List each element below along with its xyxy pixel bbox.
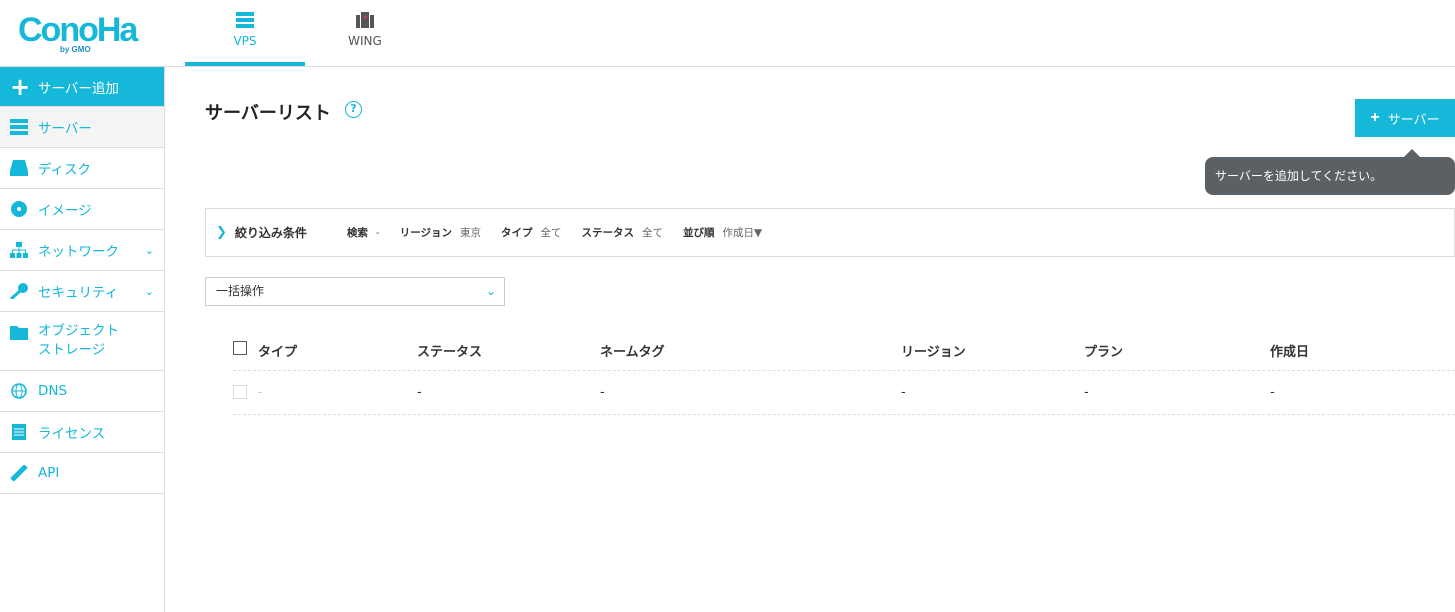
server-stack-icon xyxy=(236,12,254,28)
sidebar-item-image[interactable]: イメージ xyxy=(0,189,164,230)
image-disc-icon xyxy=(11,201,27,217)
sidebar-item-server[interactable]: サーバー xyxy=(0,107,164,148)
sidebar-item-label: ネットワーク xyxy=(38,244,119,260)
sidebar-item-label: ライセンス xyxy=(38,426,106,442)
sidebar-item-label: ディスク xyxy=(38,162,92,178)
col-type[interactable]: タイプ xyxy=(258,341,297,360)
page-title: サーバーリスト xyxy=(205,103,331,124)
sidebar-item-network[interactable]: ネットワーク ⌄ xyxy=(0,230,164,271)
cell-plan: - xyxy=(1084,385,1089,400)
add-server-label: サーバー xyxy=(1387,111,1440,127)
chevron-down-icon: ⌄ xyxy=(485,284,496,298)
tab-vps[interactable]: VPS xyxy=(185,0,305,66)
sidebar-item-label: API xyxy=(38,465,60,481)
server-icon xyxy=(10,119,28,135)
filter-search-value: - xyxy=(375,226,380,239)
document-icon xyxy=(12,424,26,440)
filter-title: 絞り込み条件 xyxy=(234,226,307,240)
filter-type-value: 全て xyxy=(540,227,562,239)
bulk-action-value: 一括操作 xyxy=(216,284,265,298)
col-status[interactable]: ステータス xyxy=(417,341,482,360)
wing-server-icon xyxy=(356,12,374,28)
select-all-checkbox[interactable] xyxy=(233,341,247,355)
filter-region-value: 東京 xyxy=(460,227,482,239)
filter-sort-value: 作成日▼ xyxy=(722,227,763,239)
sidebar-item-add-server[interactable]: + サーバー追加 xyxy=(0,67,164,107)
sidebar-item-license[interactable]: ライセンス xyxy=(0,412,164,453)
folder-icon xyxy=(10,326,28,340)
sidebar: + サーバー追加 サーバー ディスク イメージ ネットワーク ⌄ セキュリティ ⌄ オ… xyxy=(0,67,165,612)
sidebar-item-label: サーバー xyxy=(38,121,92,137)
sidebar-item-dns[interactable]: DNS xyxy=(0,371,164,412)
col-region[interactable]: リージョン xyxy=(901,341,966,360)
plus-icon: + xyxy=(10,72,31,101)
chevron-right-icon: ❯ xyxy=(216,225,227,240)
col-created[interactable]: 作成日 xyxy=(1270,341,1309,360)
sidebar-item-label: セキュリティ xyxy=(38,285,119,301)
tab-wing-label: WING xyxy=(348,34,382,48)
filter-bar[interactable]: ❯ 絞り込み条件 検索 - リージョン 東京 タイプ 全て ステータス 全て 並び順 作成… xyxy=(205,208,1455,257)
tab-vps-label: VPS xyxy=(233,34,257,48)
sidebar-item-object-storage[interactable]: オブジェクト ストレージ xyxy=(0,312,164,371)
server-table: タイプ ステータス ネームタグ リージョン プラン 作成日 - - - - - … xyxy=(233,327,1455,415)
sidebar-item-label: DNS xyxy=(38,383,68,399)
plus-icon: + xyxy=(1370,109,1380,126)
tab-wing[interactable]: WING xyxy=(305,0,425,66)
filter-region-label: リージョン xyxy=(399,227,453,239)
filter-search-label: 検索 xyxy=(346,227,368,239)
cell-nametag: - xyxy=(600,385,605,400)
add-server-button[interactable]: + サーバー xyxy=(1355,99,1455,137)
filter-status-label: ステータス xyxy=(581,227,635,239)
cell-region: - xyxy=(901,385,906,400)
sidebar-item-label: サーバー追加 xyxy=(38,80,119,97)
filter-sort-label: 並び順 xyxy=(683,227,715,239)
top-header: ConoHa by GMO VPS WING xyxy=(0,0,1455,67)
globe-icon xyxy=(11,383,27,399)
sidebar-item-disk[interactable]: ディスク xyxy=(0,148,164,189)
col-nametag[interactable]: ネームタグ xyxy=(600,341,665,360)
cell-status: - xyxy=(417,385,422,400)
cell-created: - xyxy=(1270,385,1275,400)
conoha-logo[interactable]: ConoHa by GMO xyxy=(18,10,144,54)
table-header: タイプ ステータス ネームタグ リージョン プラン 作成日 xyxy=(233,327,1455,371)
sidebar-item-label-line2: ストレージ xyxy=(38,342,106,358)
cell-type: - xyxy=(258,385,263,400)
plug-icon xyxy=(10,465,28,481)
sidebar-item-label: イメージ xyxy=(38,203,92,219)
sidebar-item-label: オブジェクト xyxy=(38,323,119,339)
col-plan[interactable]: プラン xyxy=(1084,341,1123,360)
chevron-down-icon: ⌄ xyxy=(144,243,154,257)
table-row: - - - - - - xyxy=(233,371,1455,415)
row-checkbox[interactable] xyxy=(233,385,247,399)
key-icon xyxy=(10,283,28,299)
chevron-down-icon: ⌄ xyxy=(144,284,154,298)
sidebar-item-security[interactable]: セキュリティ ⌄ xyxy=(0,271,164,312)
filter-status-value: 全て xyxy=(642,227,664,239)
sidebar-item-api[interactable]: API xyxy=(0,453,164,494)
filter-type-label: タイプ xyxy=(501,227,533,239)
network-icon xyxy=(10,242,28,258)
bulk-action-select[interactable]: 一括操作 ⌄ xyxy=(205,277,505,306)
tooltip: サーバーを追加してください。 xyxy=(1205,149,1455,195)
disk-icon xyxy=(10,160,28,176)
help-icon[interactable]: ? xyxy=(345,101,362,118)
